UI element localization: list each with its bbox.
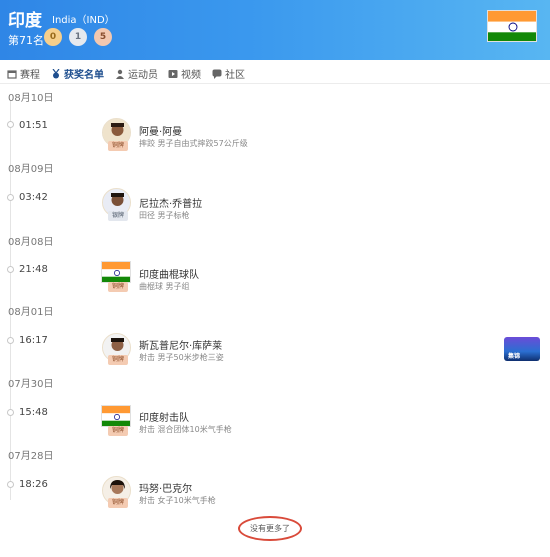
bronze-medal-tag: 铜牌 bbox=[108, 282, 128, 292]
date-label: 08月09日 bbox=[8, 164, 54, 175]
team-name[interactable]: 印度曲棍球队 bbox=[139, 266, 199, 281]
country-header: 印度 India（IND） 第71名 0 1 5 bbox=[0, 0, 550, 60]
chat-icon bbox=[212, 69, 222, 79]
tab-community[interactable]: 社区 bbox=[212, 66, 245, 81]
medal-rank: 第71名 bbox=[8, 34, 44, 47]
date-label: 08月01日 bbox=[8, 307, 54, 318]
highlights-thumbnail[interactable]: 集锦 bbox=[504, 337, 540, 361]
bronze-count-badge: 5 bbox=[94, 28, 112, 46]
entry-time: 18:26 bbox=[19, 479, 48, 490]
silver-medal-tag: 银牌 bbox=[108, 211, 128, 221]
person-icon bbox=[115, 69, 125, 79]
event-name: 田径 男子标枪 bbox=[139, 211, 190, 220]
entry-time: 21:48 bbox=[19, 264, 48, 275]
tab-label: 获奖名单 bbox=[64, 70, 104, 81]
timeline-dot bbox=[7, 481, 14, 488]
entry-time: 01:51 bbox=[19, 120, 48, 131]
highlights-label: 集锦 bbox=[508, 353, 521, 360]
india-flag-icon bbox=[487, 10, 537, 42]
video-icon bbox=[168, 69, 178, 79]
tab-schedule[interactable]: 赛程 bbox=[7, 66, 40, 81]
silver-count-badge: 1 bbox=[69, 28, 87, 46]
calendar-icon bbox=[7, 69, 17, 79]
athlete-name[interactable]: 阿曼·阿曼 bbox=[139, 123, 182, 138]
tab-medal-list[interactable]: 获奖名单 bbox=[51, 66, 104, 81]
event-name: 射击 混合团体10米气手枪 bbox=[139, 425, 232, 434]
tab-label: 社区 bbox=[225, 70, 245, 81]
event-name: 射击 女子10米气手枪 bbox=[139, 496, 216, 505]
date-label: 08月10日 bbox=[8, 93, 54, 104]
bronze-medal-tag: 铜牌 bbox=[108, 426, 128, 436]
entry-time: 03:42 bbox=[19, 192, 48, 203]
event-name: 射击 男子50米步枪三姿 bbox=[139, 353, 224, 362]
india-flag-icon[interactable] bbox=[101, 261, 131, 283]
entry-time: 15:48 bbox=[19, 407, 48, 418]
timeline-dot bbox=[7, 409, 14, 416]
athlete-name[interactable]: 玛努·巴克尔 bbox=[139, 480, 192, 495]
tab-video[interactable]: 视频 bbox=[168, 66, 201, 81]
medal-icon bbox=[51, 68, 61, 79]
date-label: 07月30日 bbox=[8, 379, 54, 390]
country-name: 印度 bbox=[8, 11, 42, 31]
bronze-medal-tag: 铜牌 bbox=[108, 498, 128, 508]
timeline-dot bbox=[7, 121, 14, 128]
india-flag-icon[interactable] bbox=[101, 405, 131, 427]
timeline-dot bbox=[7, 337, 14, 344]
tab-label: 赛程 bbox=[20, 70, 40, 81]
tab-bar: 赛程 获奖名单 运动员 视频 社区 bbox=[0, 60, 550, 84]
tab-athletes[interactable]: 运动员 bbox=[115, 66, 158, 81]
athlete-name[interactable]: 斯瓦普尼尔·库萨莱 bbox=[139, 337, 222, 352]
timeline-dot bbox=[7, 266, 14, 273]
date-label: 08月08日 bbox=[8, 237, 54, 248]
timeline-dot bbox=[7, 194, 14, 201]
tab-label: 视频 bbox=[181, 70, 201, 81]
bronze-medal-tag: 铜牌 bbox=[108, 355, 128, 365]
gold-count-badge: 0 bbox=[44, 28, 62, 46]
event-name: 摔跤 男子自由式摔跤57公斤级 bbox=[139, 139, 248, 148]
date-label: 07月28日 bbox=[8, 451, 54, 462]
tab-label: 运动员 bbox=[128, 70, 158, 81]
country-code: India（IND） bbox=[52, 15, 115, 26]
entry-time: 16:17 bbox=[19, 335, 48, 346]
athlete-name[interactable]: 尼拉杰·乔普拉 bbox=[139, 195, 202, 210]
team-name[interactable]: 印度射击队 bbox=[139, 409, 189, 424]
event-name: 曲棍球 男子组 bbox=[139, 282, 190, 291]
bronze-medal-tag: 铜牌 bbox=[108, 141, 128, 151]
no-more-indicator: 没有更多了 bbox=[238, 516, 302, 541]
